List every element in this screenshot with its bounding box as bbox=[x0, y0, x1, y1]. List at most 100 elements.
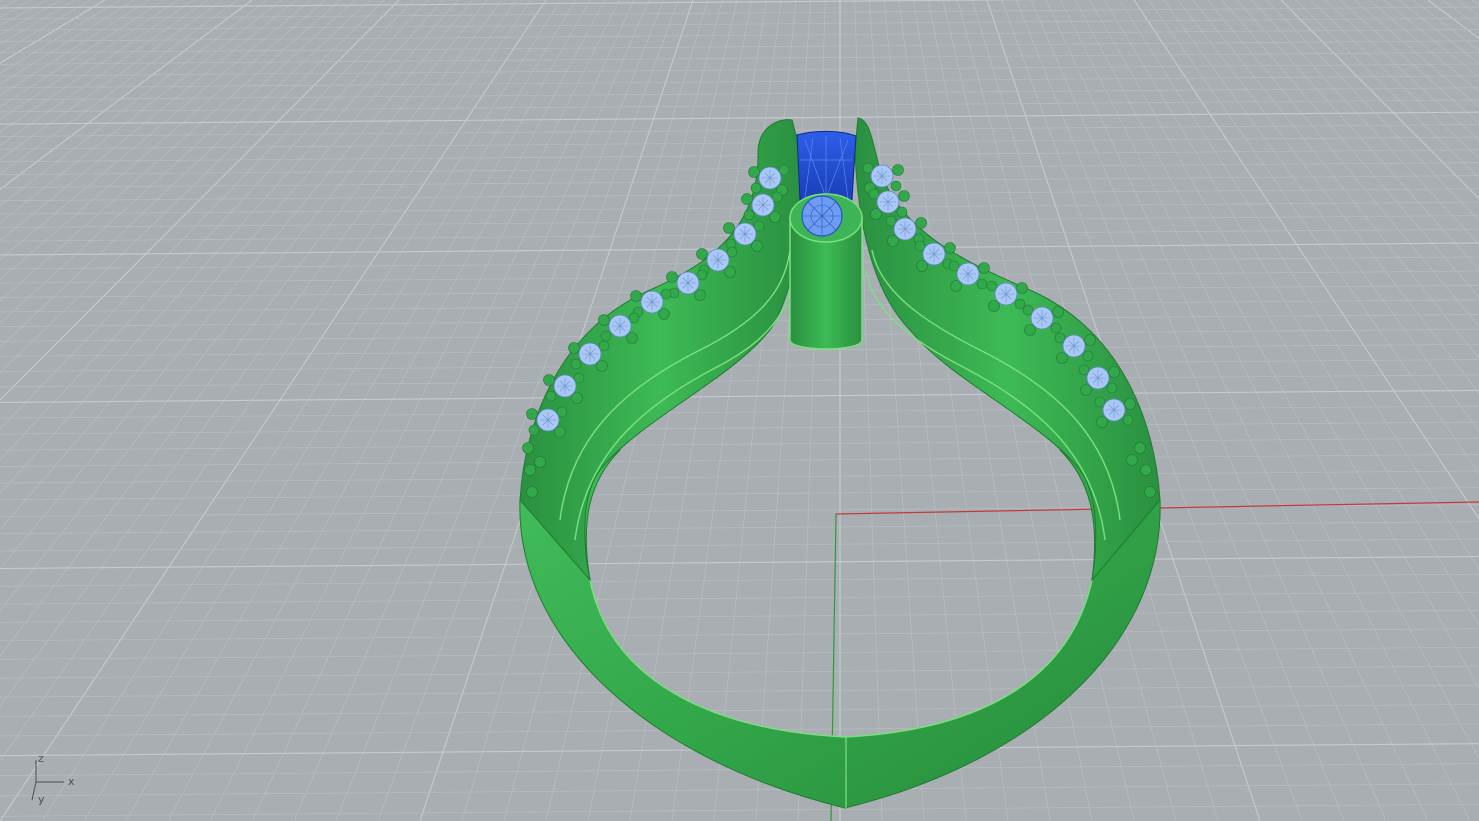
grid-line bbox=[0, 609, 1479, 623]
pave-bead bbox=[526, 486, 538, 498]
grid-line bbox=[0, 538, 1479, 552]
pave-bead bbox=[976, 278, 988, 290]
perspective-viewport[interactable]: z x y bbox=[0, 0, 1479, 821]
pave-bead bbox=[743, 209, 755, 221]
grid-line bbox=[1324, 0, 1479, 141]
grid-line bbox=[0, 359, 1479, 372]
grid-line bbox=[0, 521, 1479, 535]
pave-bead bbox=[741, 193, 753, 205]
pave-bead bbox=[1054, 332, 1066, 344]
grid-line bbox=[0, 0, 62, 35]
pave-bead bbox=[628, 312, 640, 324]
pave-bead bbox=[528, 424, 540, 436]
pave-bead bbox=[1124, 398, 1136, 410]
pave-bead bbox=[753, 220, 765, 232]
pave-bead bbox=[1052, 306, 1064, 318]
pave-bead bbox=[751, 240, 763, 252]
pave-bead bbox=[778, 164, 790, 176]
grid-line bbox=[0, 63, 1479, 77]
pave-bead bbox=[1140, 464, 1152, 476]
axis-gizmo-lines bbox=[31, 760, 64, 801]
pave-bead bbox=[870, 208, 882, 220]
grid-line bbox=[0, 75, 1479, 89]
pave-bead bbox=[896, 206, 908, 218]
pave-bead bbox=[890, 180, 902, 192]
grid-line bbox=[0, 0, 47, 27]
grid-line bbox=[0, 0, 3, 2]
pave-bead bbox=[626, 332, 638, 344]
grid-line bbox=[0, 201, 1479, 215]
pave-bead bbox=[1022, 304, 1034, 316]
axis-gizmo-y-label: y bbox=[38, 793, 45, 806]
grid-line bbox=[1280, 0, 1479, 200]
pave-bead bbox=[978, 262, 990, 274]
grid-line bbox=[0, 803, 1479, 817]
grid-line bbox=[0, 17, 1479, 31]
grid-line bbox=[1310, 0, 1479, 159]
pave-bead bbox=[556, 406, 568, 418]
grid-line bbox=[0, 87, 1479, 101]
pave-bead bbox=[771, 191, 783, 203]
pave-bead bbox=[868, 188, 880, 200]
grid-line bbox=[0, 487, 1479, 501]
grid-line bbox=[1295, 0, 1479, 179]
grid-line bbox=[1207, 0, 1479, 328]
grid-line bbox=[0, 124, 1479, 137]
pave-bead bbox=[1106, 382, 1118, 394]
pave-bead bbox=[524, 464, 536, 476]
construction-grid bbox=[0, 0, 1479, 821]
pave-bead bbox=[748, 166, 760, 178]
grid-line bbox=[0, 29, 1479, 42]
pave-bead bbox=[1050, 322, 1062, 334]
pave-bead bbox=[1084, 334, 1096, 346]
grid-line bbox=[1266, 0, 1479, 222]
post-stone-facets bbox=[802, 196, 842, 236]
grid-line bbox=[1133, 0, 1479, 520]
grid-line bbox=[0, 389, 1479, 403]
grid-line bbox=[125, 0, 591, 821]
grid-line bbox=[0, 591, 1479, 605]
grid-line bbox=[0, 470, 1479, 484]
pave-bead bbox=[522, 442, 534, 454]
grid-line bbox=[0, 684, 1479, 698]
grid-line bbox=[0, 0, 1054, 9]
pave-bead bbox=[944, 242, 956, 254]
pave-bead bbox=[596, 360, 608, 372]
grid-line bbox=[1442, 0, 1479, 28]
axis-gizmo-z-label: z bbox=[38, 752, 44, 765]
grid-line bbox=[0, 0, 32, 18]
axis-gizmo: z x y bbox=[28, 752, 88, 812]
pave-bead bbox=[526, 408, 538, 420]
pave-bead bbox=[916, 260, 928, 272]
grid-line bbox=[0, 665, 1479, 679]
pave-bead bbox=[554, 426, 566, 438]
grid-line bbox=[1471, 0, 1479, 6]
pave-bead bbox=[1080, 384, 1092, 396]
pave-bead bbox=[573, 372, 585, 384]
grid-line bbox=[0, 99, 1479, 113]
pave-bead bbox=[1056, 352, 1068, 364]
grid-line bbox=[0, 0, 17, 10]
pave-bead bbox=[1094, 396, 1106, 408]
pave-bead bbox=[892, 164, 904, 176]
pave-bead bbox=[948, 260, 960, 272]
grid-line bbox=[0, 646, 1479, 660]
grid-line bbox=[1368, 0, 1479, 93]
pave-bead bbox=[1024, 324, 1036, 336]
viewport-canvas[interactable] bbox=[0, 0, 1479, 821]
pave-bead bbox=[598, 340, 610, 352]
grid-line bbox=[1148, 0, 1479, 474]
pave-bead bbox=[696, 269, 708, 281]
pave-bead bbox=[1126, 454, 1138, 466]
pave-bead bbox=[600, 330, 612, 342]
grid-line bbox=[1192, 0, 1479, 360]
pave-bead bbox=[898, 190, 910, 202]
grid-line bbox=[1339, 0, 1479, 124]
pave-bead bbox=[571, 392, 583, 404]
grid-line bbox=[0, 405, 1479, 419]
grid-line bbox=[0, 573, 1479, 587]
pave-bead bbox=[726, 246, 738, 258]
grid-line bbox=[1163, 0, 1479, 433]
grid-line bbox=[0, 454, 1479, 467]
grid-line bbox=[1251, 0, 1479, 245]
